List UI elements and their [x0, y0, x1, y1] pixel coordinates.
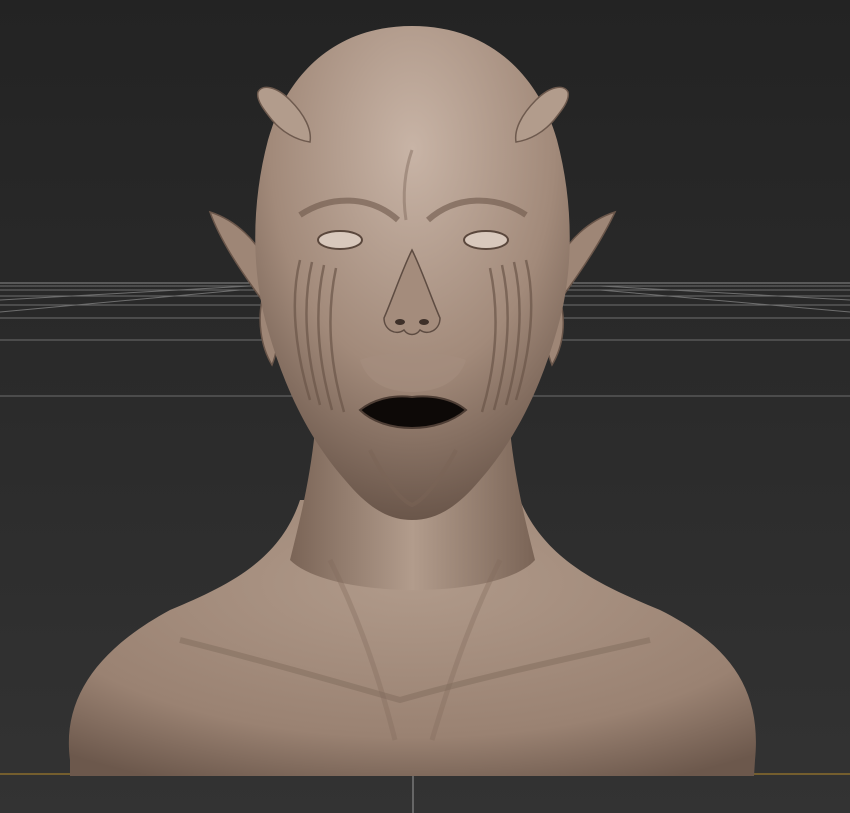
- left-nostril: [395, 319, 405, 325]
- right-eye[interactable]: [463, 230, 509, 250]
- right-nostril: [419, 319, 429, 325]
- viewport-canvas[interactable]: [0, 0, 850, 813]
- 3d-viewport[interactable]: [0, 0, 850, 813]
- left-eye[interactable]: [317, 230, 363, 250]
